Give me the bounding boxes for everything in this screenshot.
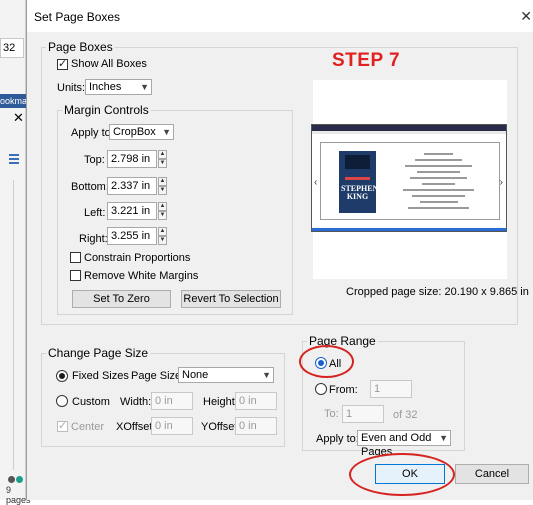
dialog-title: Set Page Boxes bbox=[34, 10, 121, 24]
page-preview-image: ‹ › STEPHEN KING bbox=[311, 124, 507, 232]
apply-to-label: Apply to: bbox=[71, 127, 114, 139]
width-input[interactable]: 0 in bbox=[151, 392, 193, 410]
chevron-down-icon: ▼ bbox=[262, 370, 271, 380]
title-bar: Set Page Boxes ✕ bbox=[27, 0, 533, 32]
chevron-down-icon: ▼ bbox=[439, 433, 448, 443]
set-page-boxes-dialog: Set Page Boxes ✕ Page Boxes Show All Box… bbox=[26, 0, 533, 500]
width-label: Width: bbox=[120, 396, 152, 408]
range-apply-to-select[interactable]: Even and Odd Pages ▼ bbox=[357, 430, 451, 458]
close-panel-icon[interactable]: ✕ bbox=[13, 110, 24, 126]
height-input[interactable]: 0 in bbox=[235, 392, 277, 410]
yoffset-input[interactable]: 0 in bbox=[235, 417, 277, 435]
list-view-icon[interactable] bbox=[9, 154, 19, 164]
status-dots bbox=[8, 472, 24, 486]
bottom-stepper[interactable]: ▲ ▼ bbox=[158, 177, 167, 195]
step-annotation: STEP 7 bbox=[332, 50, 401, 71]
panel-divider bbox=[13, 180, 14, 470]
page-boxes-legend: Page Boxes bbox=[48, 40, 113, 54]
custom-radio[interactable] bbox=[56, 395, 68, 407]
center-label: Center bbox=[71, 421, 105, 433]
remove-white-margins-checkbox[interactable] bbox=[70, 270, 81, 281]
highlight-circle-ok bbox=[349, 453, 455, 496]
chevron-down-icon: ▼ bbox=[140, 82, 149, 92]
height-label: Height: bbox=[203, 396, 238, 408]
constrain-proportions-label: Constrain Proportions bbox=[84, 252, 191, 264]
fixed-sizes-radio[interactable] bbox=[56, 370, 68, 382]
page-number-field[interactable]: 32 bbox=[0, 38, 24, 58]
top-stepper[interactable]: ▲ ▼ bbox=[158, 150, 167, 168]
xoffset-label: XOffset: bbox=[116, 421, 156, 433]
cancel-button[interactable]: Cancel bbox=[455, 464, 529, 484]
show-all-boxes-checkbox[interactable] bbox=[57, 57, 68, 70]
margin-controls-legend: Margin Controls bbox=[64, 103, 149, 117]
chevron-right-icon: › bbox=[499, 177, 503, 188]
range-apply-to-label: Apply to: bbox=[316, 433, 359, 445]
cropped-size-caption: Cropped page size: 20.190 x 9.865 in bbox=[346, 286, 529, 298]
to-label: To: bbox=[324, 408, 339, 420]
show-all-boxes-label: Show All Boxes bbox=[71, 58, 147, 70]
chevron-down-icon: ▼ bbox=[162, 127, 171, 137]
left-input[interactable]: 3.221 in bbox=[107, 202, 157, 220]
of-total-label: of 32 bbox=[393, 409, 418, 421]
bottom-input[interactable]: 2.337 in bbox=[107, 177, 157, 195]
page-sizes-select[interactable]: None ▼ bbox=[178, 367, 274, 383]
to-input[interactable]: 1 bbox=[342, 405, 384, 423]
custom-label: Custom bbox=[72, 396, 110, 408]
revert-to-selection-button[interactable]: Revert To Selection bbox=[181, 290, 281, 308]
close-icon[interactable]: ✕ bbox=[520, 8, 532, 25]
units-select[interactable]: Inches ▼ bbox=[85, 79, 152, 95]
right-input[interactable]: 3.255 in bbox=[107, 227, 157, 245]
bottom-label: Bottom: bbox=[71, 181, 109, 193]
units-value: Inches bbox=[89, 81, 122, 93]
center-checkbox[interactable] bbox=[57, 419, 68, 432]
apply-to-value: CropBox bbox=[113, 126, 156, 138]
from-label: From: bbox=[329, 384, 358, 396]
from-input[interactable]: 1 bbox=[370, 380, 412, 398]
top-label: Top: bbox=[84, 154, 105, 166]
right-label: Right: bbox=[79, 233, 108, 245]
background-app: 32 ookmarks ✕ 9 pages bbox=[0, 0, 31, 505]
remove-white-margins-label: Remove White Margins bbox=[84, 270, 199, 282]
page-sizes-value: None bbox=[182, 369, 209, 381]
right-stepper[interactable]: ▲ ▼ bbox=[158, 227, 167, 245]
top-input[interactable]: 2.798 in bbox=[107, 150, 157, 168]
constrain-proportions-checkbox[interactable] bbox=[70, 252, 81, 263]
change-page-size-legend: Change Page Size bbox=[48, 346, 149, 360]
left-stepper[interactable]: ▲ ▼ bbox=[158, 202, 167, 220]
units-label: Units: bbox=[57, 82, 86, 94]
set-to-zero-button[interactable]: Set To Zero bbox=[72, 290, 171, 308]
fixed-sizes-label: Fixed Sizes bbox=[72, 370, 129, 382]
book-cover-title: STEPHEN KING bbox=[341, 184, 379, 201]
highlight-circle-all bbox=[299, 345, 354, 378]
left-label: Left: bbox=[84, 207, 106, 219]
xoffset-input[interactable]: 0 in bbox=[151, 417, 193, 435]
bookmarks-tab[interactable]: ookmarks bbox=[0, 94, 26, 108]
from-radio[interactable] bbox=[315, 383, 327, 395]
apply-to-select[interactable]: CropBox ▼ bbox=[109, 124, 174, 140]
chevron-left-icon: ‹ bbox=[314, 177, 318, 188]
